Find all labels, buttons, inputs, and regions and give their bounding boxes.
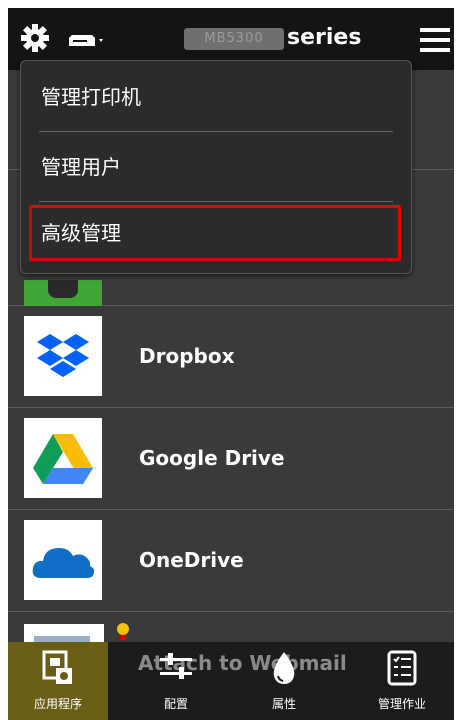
tab-label: 配置: [163, 697, 188, 711]
list-item-google-drive[interactable]: Google Drive: [8, 408, 454, 510]
tab-config[interactable]: 配置: [126, 642, 226, 720]
printer-icon[interactable]: [68, 30, 104, 50]
printer-model-text: MB5300: [204, 31, 264, 46]
apps-icon: [42, 650, 72, 684]
google-drive-icon: [33, 434, 93, 484]
tab-apps[interactable]: 应用程序: [8, 642, 108, 720]
menu-item-manage-users[interactable]: 管理用户: [37, 139, 395, 195]
hamburger-menu-icon[interactable]: [420, 26, 450, 54]
tab-manage-jobs[interactable]: 管理作业: [352, 642, 452, 720]
app-screen: MB5300 series Dropbox Google Drive OneDr…: [8, 8, 454, 720]
list-item-onedrive[interactable]: OneDrive: [8, 510, 454, 612]
job-list-icon: [387, 650, 417, 686]
series-label: series: [287, 25, 362, 50]
app-label: OneDrive: [139, 548, 244, 572]
list-item-dropbox[interactable]: Dropbox: [8, 306, 454, 408]
menu-divider: [39, 201, 393, 202]
onedrive-thumbnail: [24, 520, 102, 600]
settings-dropdown-menu: 管理打印机 管理用户 高级管理: [20, 60, 412, 274]
ink-drop-icon: [273, 652, 295, 684]
gear-icon[interactable]: [20, 23, 50, 53]
tab-properties[interactable]: 属性: [234, 642, 334, 720]
tab-label: 管理作业: [377, 697, 426, 711]
google-drive-thumbnail: [24, 418, 102, 498]
highlight-box: [29, 205, 401, 261]
dropbox-thumbnail: [24, 316, 102, 396]
menu-divider: [39, 131, 393, 132]
app-thumbnail: [24, 280, 102, 306]
menu-item-manage-printer[interactable]: 管理打印机: [37, 69, 395, 125]
sliders-icon: [160, 653, 192, 679]
app-label: Google Drive: [139, 446, 285, 470]
chevron-down-icon: [99, 39, 103, 42]
lightbulb-icon: [117, 623, 129, 640]
tab-label: 属性: [271, 697, 296, 711]
app-label: Dropbox: [139, 344, 235, 368]
dropbox-icon: [37, 334, 89, 377]
tab-label: 应用程序: [33, 697, 82, 711]
onedrive-icon: [32, 548, 95, 578]
